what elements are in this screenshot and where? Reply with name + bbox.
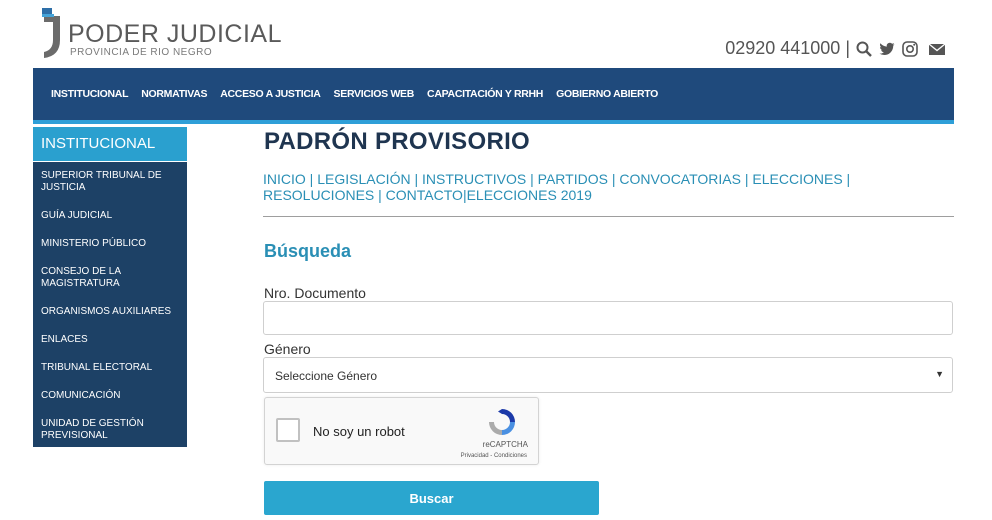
site-logo[interactable]: PODER JUDICIAL PROVINCIA DE RIO NEGRO <box>38 6 281 62</box>
mail-icon[interactable] <box>928 40 946 58</box>
sidebar-item-enlaces[interactable]: ENLACES <box>33 326 187 354</box>
link-legislacion[interactable]: LEGISLACIÓN <box>317 171 410 187</box>
link-separator: | <box>846 171 851 187</box>
link-elecciones[interactable]: ELECCIONES <box>752 171 842 187</box>
link-separator: | <box>530 171 538 187</box>
recaptcha-logo-icon <box>489 409 515 435</box>
document-input[interactable] <box>264 302 952 334</box>
recaptcha-widget: No soy un robot reCAPTCHA Privacidad - C… <box>264 397 539 465</box>
logo-emblem-icon <box>42 8 60 58</box>
section-links: INICIO | LEGISLACIÓN | INSTRUCTIVOS | PA… <box>263 171 963 203</box>
topnav-item-normativas[interactable]: NORMATIVAS <box>141 88 207 100</box>
sidebar-item-ministerio-publico[interactable]: MINISTERIO PÚBLICO <box>33 230 187 258</box>
sidebar: INSTITUCIONAL SUPERIOR TRIBUNAL DE JUSTI… <box>33 127 187 447</box>
search-button[interactable]: Buscar <box>264 481 599 515</box>
sidebar-item-guia-judicial[interactable]: GUÍA JUDICIAL <box>33 202 187 230</box>
sidebar-item-tribunal-electoral[interactable]: TRIBUNAL ELECTORAL <box>33 354 187 382</box>
top-navigation: INSTITUCIONAL NORMATIVAS ACCESO A JUSTIC… <box>33 68 954 124</box>
sidebar-item-consejo-magistratura[interactable]: CONSEJO DE LA MAGISTRATURA <box>33 258 187 298</box>
link-partidos[interactable]: PARTIDOS <box>538 171 608 187</box>
sidebar-item-superior-tribunal[interactable]: SUPERIOR TRIBUNAL DE JUSTICIA <box>33 162 187 202</box>
recaptcha-links[interactable]: Privacidad - Condiciones <box>461 453 527 459</box>
logo-title: PODER JUDICIAL <box>68 20 282 48</box>
link-contacto[interactable]: CONTACTO <box>386 187 463 203</box>
document-label: Nro. Documento <box>264 285 366 301</box>
recaptcha-label: No soy un robot <box>313 424 405 439</box>
link-elecciones-2019[interactable]: ELECCIONES 2019 <box>467 187 592 203</box>
topnav-item-capacitacion[interactable]: CAPACITACIÓN Y RRHH <box>427 88 543 100</box>
sidebar-item-unidad-gestion-previsional[interactable]: UNIDAD DE GESTIÓN PREVISIONAL <box>33 410 187 450</box>
divider <box>263 216 954 217</box>
link-separator: | <box>414 171 422 187</box>
document-field[interactable] <box>263 301 953 335</box>
sidebar-item-organismos-auxiliares[interactable]: ORGANISMOS AUXILIARES <box>33 298 187 326</box>
topnav-item-servicios-web[interactable]: SERVICIOS WEB <box>334 88 415 100</box>
topnav-item-institucional[interactable]: INSTITUCIONAL <box>51 88 128 100</box>
topnav-item-gobierno-abierto[interactable]: GOBIERNO ABIERTO <box>556 88 658 100</box>
link-separator: | <box>378 187 386 203</box>
twitter-icon[interactable] <box>878 40 896 58</box>
link-convocatorias[interactable]: CONVOCATORIAS <box>619 171 741 187</box>
page-title: PADRÓN PROVISORIO <box>264 128 531 155</box>
link-resoluciones[interactable]: RESOLUCIONES <box>263 187 374 203</box>
contact-separator: | <box>845 38 850 58</box>
phone-number: 02920 441000 <box>725 38 841 58</box>
recaptcha-checkbox[interactable] <box>276 418 300 442</box>
logo-subtitle: PROVINCIA DE RIO NEGRO <box>70 47 213 58</box>
topnav-item-acceso-a-justicia[interactable]: ACCESO A JUSTICIA <box>220 88 321 100</box>
gender-label: Género <box>264 341 311 357</box>
link-instructivos[interactable]: INSTRUCTIVOS <box>422 171 526 187</box>
sidebar-heading[interactable]: INSTITUCIONAL <box>33 127 187 162</box>
instagram-icon[interactable] <box>901 40 919 58</box>
chevron-down-icon: ▼ <box>935 369 944 379</box>
gender-select[interactable]: Seleccione Género ▼ <box>263 357 953 393</box>
sidebar-item-comunicacion[interactable]: COMUNICACIÓN <box>33 382 187 410</box>
gender-select-value: Seleccione Género <box>275 369 378 383</box>
link-inicio[interactable]: INICIO <box>263 171 306 187</box>
section-title: Búsqueda <box>264 241 352 261</box>
recaptcha-brand: reCAPTCHA <box>482 440 528 449</box>
search-icon[interactable] <box>855 40 873 58</box>
header-contact: 02920 441000 | <box>725 38 946 59</box>
